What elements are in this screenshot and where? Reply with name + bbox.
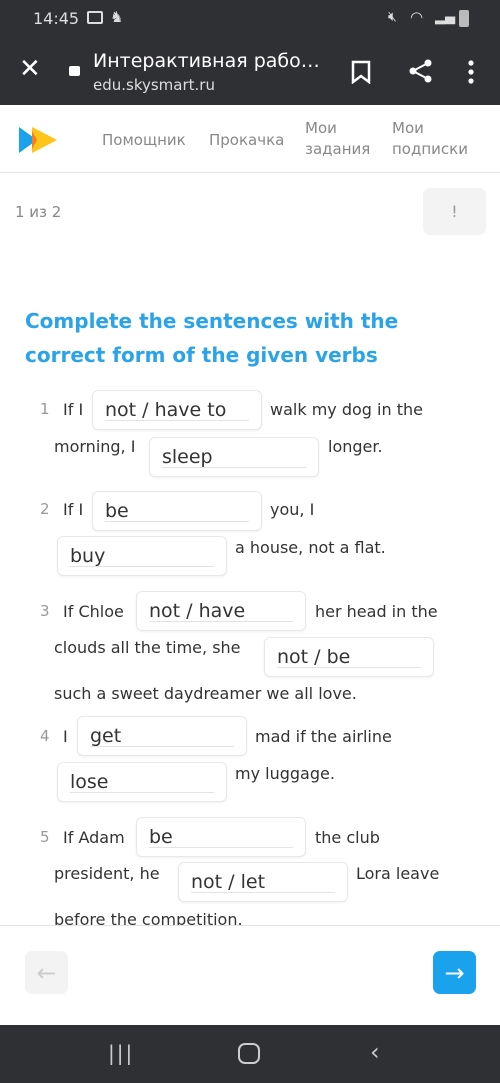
signal-icon: ▂▄	[435, 10, 455, 25]
recents-icon[interactable]: |||	[108, 1041, 134, 1065]
item-number: 5	[40, 828, 50, 846]
sentence-text: If Adam	[63, 828, 125, 847]
item-number: 3	[40, 602, 50, 620]
prev-button[interactable]: ←	[25, 951, 68, 994]
sentence-text: a house, not a flat.	[235, 538, 386, 557]
next-button[interactable]: →	[433, 951, 476, 994]
answer-input[interactable]: not / be	[264, 637, 434, 677]
sentence-text: morning, I	[54, 437, 136, 456]
browser-toolbar: ✕ Интерактивная рабо… edu.skysmart.ru	[0, 38, 500, 105]
answer-input[interactable]: be	[136, 817, 306, 857]
footer: ← →	[0, 925, 500, 1025]
arrow-left-icon: ←	[36, 958, 57, 987]
sentence-text: Lora leave	[356, 864, 440, 883]
progress-label: 1 из 2	[15, 203, 62, 221]
wifi-icon: ◠	[410, 8, 424, 26]
answer-input[interactable]: not / let	[178, 862, 348, 902]
lock-icon	[69, 66, 80, 76]
sentence-text: the club	[315, 828, 380, 847]
sentence-text: such a sweet daydreamer we all love.	[54, 684, 357, 703]
item-number: 1	[40, 400, 50, 418]
nav-link-my-tasks[interactable]: Мои задания	[305, 118, 370, 160]
answer-input[interactable]: sleep	[149, 437, 319, 477]
back-icon[interactable]: ‹	[370, 1038, 380, 1066]
sentence-text: walk my dog in the	[270, 400, 423, 419]
sentence-text: If Chloe	[63, 602, 124, 621]
nav-link-my-subscriptions[interactable]: Мои подписки	[392, 118, 468, 160]
sentence-text: you, I	[270, 500, 315, 519]
answer-input[interactable]: get	[77, 716, 247, 756]
sentence-text: her head in the	[315, 602, 438, 621]
image-icon	[87, 11, 103, 24]
answer-input[interactable]: not / have to	[92, 390, 262, 430]
answer-input[interactable]: not / have	[136, 591, 306, 631]
task-title: Complete the sentences with the correct f…	[25, 309, 399, 367]
status-bar: 14:45 ♞ 🔇︎ ◠ ▂▄	[0, 0, 500, 38]
answer-input[interactable]: be	[92, 491, 262, 531]
bookmark-icon[interactable]	[351, 60, 371, 84]
battery-icon	[459, 10, 469, 27]
url[interactable]: edu.skysmart.ru	[93, 76, 215, 94]
nav-link-helper[interactable]: Помощник	[102, 130, 186, 151]
arrow-right-icon: →	[444, 958, 465, 987]
sentence-text: clouds all the time, she	[54, 638, 241, 657]
share-icon[interactable]	[408, 58, 434, 84]
site-nav: Помощник Прокачка Мои задания Мои подписки	[0, 105, 500, 173]
report-button[interactable]: !	[423, 188, 486, 235]
nav-link-training[interactable]: Прокачка	[209, 130, 284, 151]
notification-icon: ♞	[110, 8, 124, 26]
item-number: 2	[40, 500, 50, 518]
close-icon[interactable]: ✕	[19, 56, 41, 82]
sentence-text: I	[63, 727, 68, 746]
home-icon[interactable]	[238, 1043, 260, 1064]
answer-input[interactable]: buy	[57, 536, 227, 576]
answer-input[interactable]: lose	[57, 762, 227, 802]
sentence-text: If I	[63, 500, 84, 519]
sentence-text: If I	[63, 400, 84, 419]
skysmart-logo[interactable]	[19, 125, 59, 155]
item-number: 4	[40, 727, 50, 745]
page-title: Интерактивная рабо…	[93, 50, 320, 72]
clock: 14:45	[33, 9, 80, 28]
sentence-text: my luggage.	[235, 764, 335, 783]
mute-icon: 🔇︎	[388, 9, 397, 25]
android-nav-bar: ||| ‹	[0, 1025, 500, 1083]
sentence-text: president, he	[54, 864, 160, 883]
more-icon[interactable]	[467, 59, 475, 85]
sentence-text: mad if the airline	[255, 727, 392, 746]
sentence-text: longer.	[328, 437, 383, 456]
